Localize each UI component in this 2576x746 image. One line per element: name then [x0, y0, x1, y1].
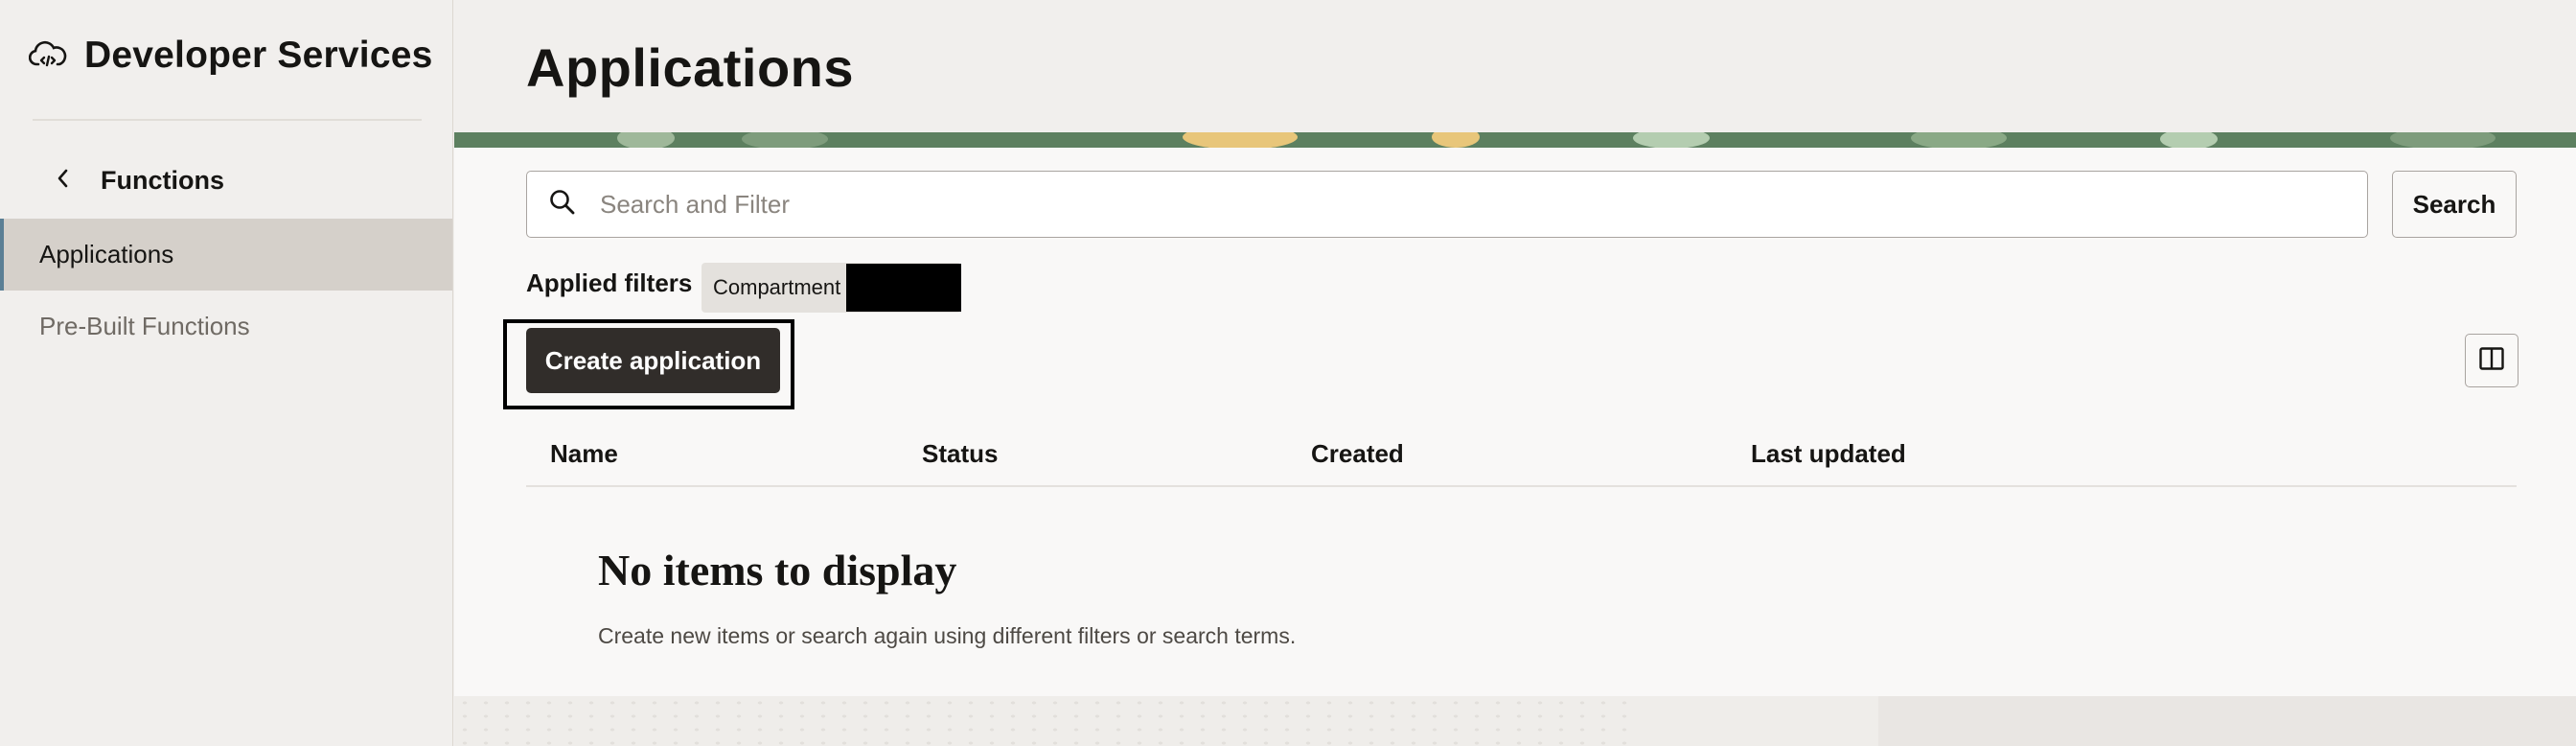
sidebar-item-pre-built-functions[interactable]: Pre-Built Functions: [0, 291, 452, 362]
empty-state-subtitle: Create new items or search again using d…: [598, 623, 1297, 648]
column-header-last-updated[interactable]: Last updated: [1751, 439, 1906, 469]
footer-pattern: [454, 696, 1639, 746]
decorative-footer: [454, 696, 2576, 746]
columns-icon: [2477, 344, 2506, 378]
back-label: Functions: [101, 166, 224, 195]
empty-state-title: No items to display: [598, 546, 957, 594]
filter-chip-compartment[interactable]: Compartment: [702, 263, 962, 313]
footer-shape: [1878, 696, 2576, 746]
columns-toggle-button[interactable]: [2465, 334, 2518, 387]
page-title: Applications: [526, 37, 855, 98]
sidebar-item-applications[interactable]: Applications: [0, 219, 452, 291]
create-application-button[interactable]: Create application: [526, 328, 780, 393]
sidebar: Developer Services Functions Application…: [0, 0, 453, 746]
sidebar-divider: [33, 119, 422, 121]
search-input[interactable]: [600, 175, 2344, 233]
applied-filters-label: Applied filters: [526, 268, 693, 297]
redacted-compartment-value: [846, 264, 962, 312]
column-header-created[interactable]: Created: [1311, 439, 1404, 469]
column-header-name[interactable]: Name: [550, 439, 618, 469]
decorative-banner: [454, 132, 2576, 148]
search-icon: [548, 188, 577, 221]
filter-chip-label: Compartment: [713, 275, 841, 299]
chevron-left-icon: [53, 165, 74, 197]
service-title: Developer Services: [84, 35, 433, 76]
search-box: [526, 171, 2368, 238]
brand: Developer Services: [29, 35, 433, 77]
content-panel: Search Applied filters Compartment Creat…: [454, 148, 2576, 696]
table-header: Name Status Created Last updated: [526, 426, 2517, 487]
sidebar-item-label: Pre-Built Functions: [39, 312, 250, 340]
sidebar-item-label: Applications: [39, 240, 174, 268]
column-header-status[interactable]: Status: [922, 439, 998, 469]
back-to-functions-link[interactable]: Functions: [53, 165, 224, 197]
search-button[interactable]: Search: [2392, 171, 2517, 238]
main-content: Applications Search Applied filters Comp…: [454, 0, 2576, 746]
cloud-code-icon: [29, 36, 67, 75]
